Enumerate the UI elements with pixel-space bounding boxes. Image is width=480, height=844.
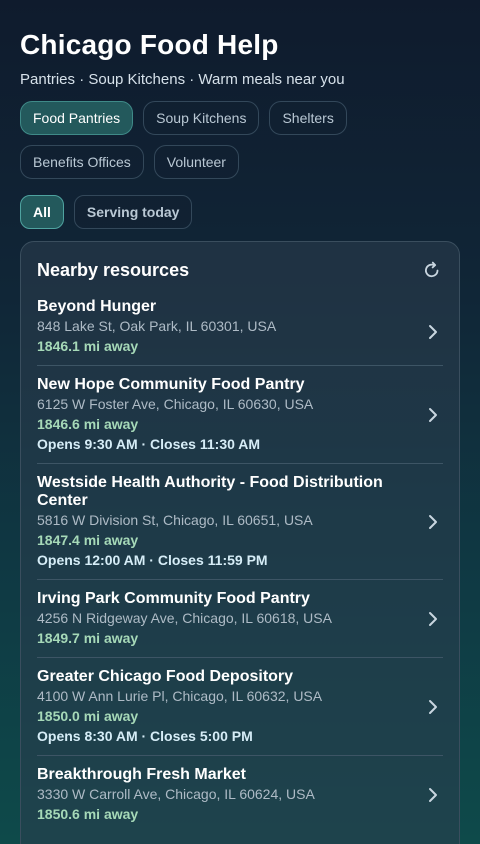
resource-distance: 1847.4 mi away (37, 532, 139, 548)
resource-distance: 1846.1 mi away (37, 338, 139, 354)
filter-toggles: All Serving today (20, 195, 193, 229)
list-item[interactable]: New Hope Community Food Pantry 6125 W Fos… (37, 366, 443, 464)
page-title: Chicago Food Help (20, 29, 279, 60)
resources-panel: Nearby resources Beyond Hunger 848 Lake S… (20, 241, 460, 844)
resource-list: Beyond Hunger 848 Lake St, Oak Park, IL 6… (21, 298, 459, 833)
resource-address: 3330 W Carroll Ave, Chicago, IL 60624, U… (37, 786, 315, 802)
resource-address: 4100 W Ann Lurie Pl, Chicago, IL 60632, … (37, 688, 323, 704)
resource-hours: Opens 9:30 AM · Closes 11:30 AM (37, 436, 261, 452)
resource-address: 848 Lake St, Oak Park, IL 60301, USA (37, 318, 277, 334)
chip-benefits-offices[interactable]: Benefits Offices (20, 145, 144, 179)
resource-distance: 1849.7 mi away (37, 630, 139, 646)
resource-distance: 1850.0 mi away (37, 708, 139, 724)
resource-hours: Opens 12:00 AM · Closes 11:59 PM (37, 552, 268, 568)
resource-name: Beyond Hunger (37, 298, 157, 315)
resource-hours: Opens 8:30 AM · Closes 5:00 PM (37, 728, 253, 744)
refresh-icon[interactable] (421, 259, 443, 281)
page-subtitle: Pantries · Soup Kitchens · Warm meals ne… (20, 71, 345, 88)
chip-volunteer[interactable]: Volunteer (153, 145, 239, 179)
chevron-right-icon[interactable] (425, 785, 441, 805)
resource-name: New Hope Community Food Pantry (37, 376, 305, 393)
chip-soup-kitchens[interactable]: Soup Kitchens (143, 101, 260, 135)
list-item[interactable]: Westside Health Authority - Food Distrib… (37, 464, 443, 580)
resource-address: 5816 W Division St, Chicago, IL 60651, U… (37, 512, 313, 528)
chip-food-pantries[interactable]: Food Pantries (20, 101, 134, 135)
filter-serving-today[interactable]: Serving today (73, 195, 193, 229)
resource-name: Breakthrough Fresh Market (37, 766, 246, 783)
resource-address: 4256 N Ridgeway Ave, Chicago, IL 60618, … (37, 610, 332, 626)
chevron-right-icon[interactable] (425, 405, 441, 425)
chevron-right-icon[interactable] (425, 512, 441, 532)
chip-shelters[interactable]: Shelters (269, 101, 347, 135)
category-chips: Food Pantries Soup Kitchens Shelters Ben… (20, 101, 460, 179)
panel-title: Nearby resources (37, 259, 190, 280)
resource-distance: 1846.6 mi away (37, 416, 139, 432)
resource-address: 6125 W Foster Ave, Chicago, IL 60630, US… (37, 396, 314, 412)
resource-name: Irving Park Community Food Pantry (37, 590, 310, 607)
list-item[interactable]: Beyond Hunger 848 Lake St, Oak Park, IL 6… (37, 298, 443, 366)
list-item[interactable]: Breakthrough Fresh Market 3330 W Carroll … (37, 756, 443, 833)
chevron-right-icon[interactable] (425, 322, 441, 342)
chevron-right-icon[interactable] (425, 609, 441, 629)
filter-all[interactable]: All (20, 195, 64, 229)
resource-name: Greater Chicago Food Depository (37, 668, 294, 685)
resource-distance: 1850.6 mi away (37, 806, 139, 822)
chevron-right-icon[interactable] (425, 697, 441, 717)
panel-header: Nearby resources (21, 242, 459, 298)
resource-name: Westside Health Authority - Food Distrib… (37, 474, 383, 509)
list-item[interactable]: Irving Park Community Food Pantry 4256 N … (37, 580, 443, 658)
app-header: Chicago Food Help Pantries · Soup Kitche… (20, 28, 460, 90)
list-item[interactable]: Greater Chicago Food Depository 4100 W An… (37, 658, 443, 756)
